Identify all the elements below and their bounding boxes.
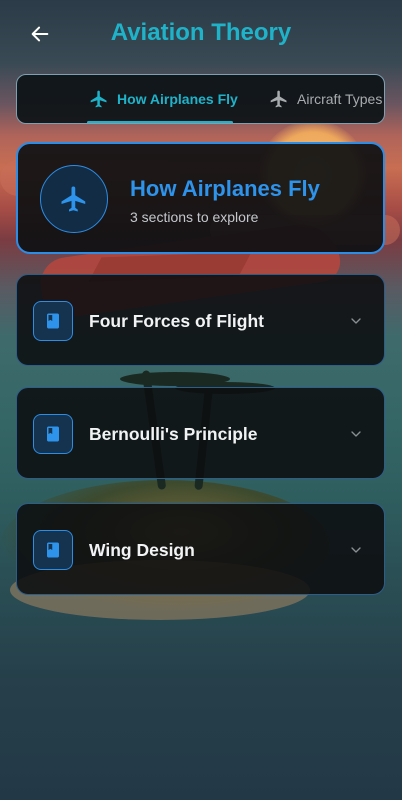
- chevron-down-icon[interactable]: [348, 313, 364, 329]
- section-wing-design[interactable]: Wing Design: [16, 503, 385, 595]
- book-icon: [47, 426, 59, 442]
- airplane-icon: [270, 90, 287, 108]
- section-icon-badge: [33, 301, 73, 341]
- section-title: Wing Design: [89, 540, 195, 560]
- tab-label: How Airplanes Fly: [117, 91, 238, 107]
- section-four-forces-of-flight[interactable]: Four Forces of Flight: [16, 274, 385, 366]
- page-title: Aviation Theory: [110, 19, 292, 46]
- active-tab-indicator: [87, 121, 233, 123]
- chevron-down-icon[interactable]: [348, 542, 364, 558]
- book-icon: [47, 542, 59, 558]
- tab-bar: How Airplanes Fly Aircraft Types: [16, 74, 385, 124]
- section-title: Bernoulli's Principle: [89, 424, 258, 444]
- airplane-icon: [61, 186, 86, 212]
- book-icon: [47, 313, 59, 329]
- section-icon-badge: [33, 530, 73, 570]
- airplane-icon: [90, 90, 107, 108]
- app-bar: Aviation Theory: [0, 0, 402, 66]
- chevron-down-icon[interactable]: [348, 426, 364, 442]
- section-icon-badge: [33, 414, 73, 454]
- section-bernoullis-principle[interactable]: Bernoulli's Principle: [16, 387, 385, 479]
- topic-icon-badge: [40, 165, 108, 233]
- section-title: Four Forces of Flight: [89, 311, 264, 331]
- tab-aircraft-types[interactable]: Aircraft Types: [269, 75, 382, 123]
- tab-label: Aircraft Types: [297, 91, 383, 107]
- tab-how-airplanes-fly[interactable]: How Airplanes Fly: [89, 75, 238, 123]
- topic-title: How Airplanes Fly: [130, 176, 320, 201]
- topic-header-card: How Airplanes Fly 3 sections to explore: [16, 142, 385, 254]
- topic-subtitle: 3 sections to explore: [130, 209, 259, 225]
